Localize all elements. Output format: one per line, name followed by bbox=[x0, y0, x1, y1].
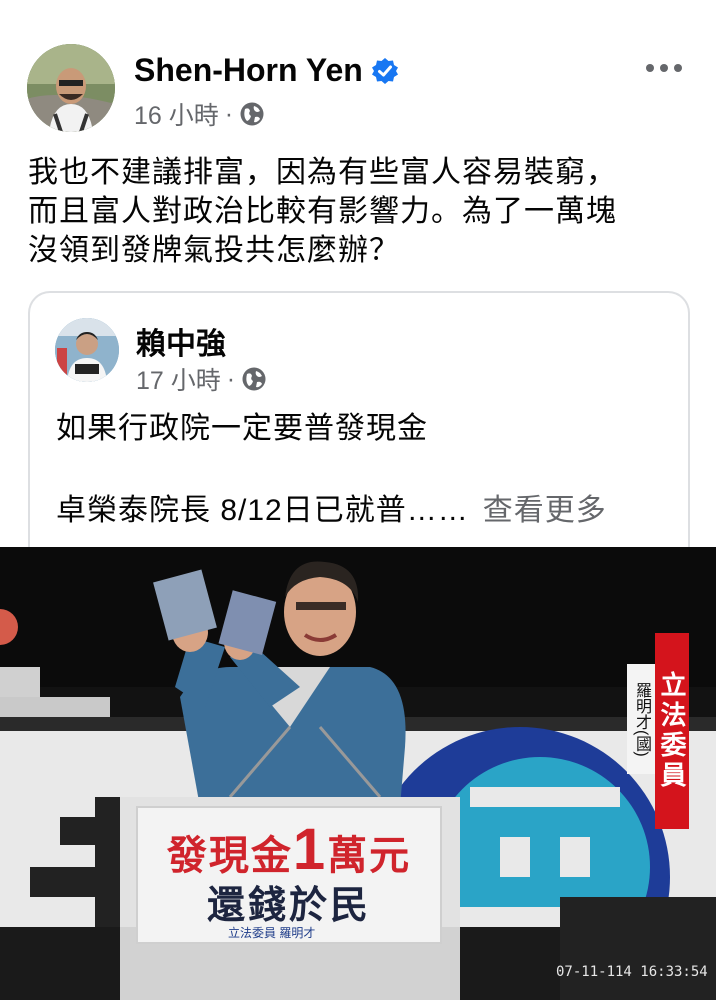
podium-sign: 發現金1萬元 還錢於民 立法委員 羅明才 bbox=[136, 806, 442, 944]
more-dots-icon bbox=[646, 64, 654, 72]
sign-headline-number: 1 bbox=[292, 817, 328, 882]
shared-author-avatar[interactable] bbox=[55, 318, 119, 382]
globe-icon bbox=[242, 367, 266, 391]
post-header: Shen-Horn Yen 16 小時 · bbox=[0, 0, 716, 150]
author-name-row: Shen-Horn Yen bbox=[134, 52, 399, 89]
sign-headline: 發現金1萬元 bbox=[138, 816, 440, 883]
author-avatar[interactable] bbox=[27, 44, 115, 132]
sign-credit: 立法委員 羅明才 bbox=[228, 926, 316, 940]
shared-post-text-line2: 卓榮泰院長 8/12日已就普…… 查看更多 bbox=[56, 491, 607, 531]
shared-avatar-photo bbox=[55, 318, 119, 382]
sign-headline-b: 萬元 bbox=[327, 834, 412, 878]
shared-post-excerpt: 卓榮泰院長 8/12日已就普…… bbox=[56, 494, 469, 527]
more-dots-icon bbox=[674, 64, 682, 72]
author-name[interactable]: Shen-Horn Yen bbox=[134, 52, 363, 89]
legislator-title-tag: 立法委員 bbox=[655, 633, 689, 829]
shared-post-time[interactable]: 17 小時 bbox=[136, 361, 221, 397]
see-more-link[interactable]: 查看更多 bbox=[483, 494, 607, 527]
shared-post-card[interactable]: 賴中強 17 小時 · 如果行政院一定要普發現金 卓榮泰院長 8/12日已就普…… bbox=[28, 291, 690, 563]
video-timestamp: 07-11-114 16:33:54 bbox=[556, 964, 708, 980]
more-options-button[interactable] bbox=[646, 58, 690, 78]
meta-separator: · bbox=[226, 364, 236, 393]
sign-headline-a: 發現金 bbox=[166, 834, 293, 878]
post-meta: 16 小時 · bbox=[134, 96, 265, 132]
post-time[interactable]: 16 小時 bbox=[134, 96, 219, 132]
legislator-name-tag: 羅明才(國) bbox=[627, 664, 655, 774]
shared-post-text-line1: 如果行政院一定要普發現金 bbox=[56, 412, 428, 445]
sign-subline: 還錢於民 bbox=[206, 885, 371, 927]
shared-post-meta: 17 小時 · bbox=[136, 361, 267, 397]
shared-author-name[interactable]: 賴中強 bbox=[136, 319, 226, 363]
post-text: 我也不建議排富，因為有些富人容易裝窮， 而且富人對政治比較有影響力。為了一萬塊 … bbox=[28, 156, 617, 267]
more-dots-icon bbox=[660, 64, 668, 72]
avatar-photo bbox=[27, 44, 115, 132]
globe-icon bbox=[240, 102, 264, 126]
verified-badge-icon bbox=[371, 57, 398, 84]
meta-separator: · bbox=[224, 99, 234, 128]
